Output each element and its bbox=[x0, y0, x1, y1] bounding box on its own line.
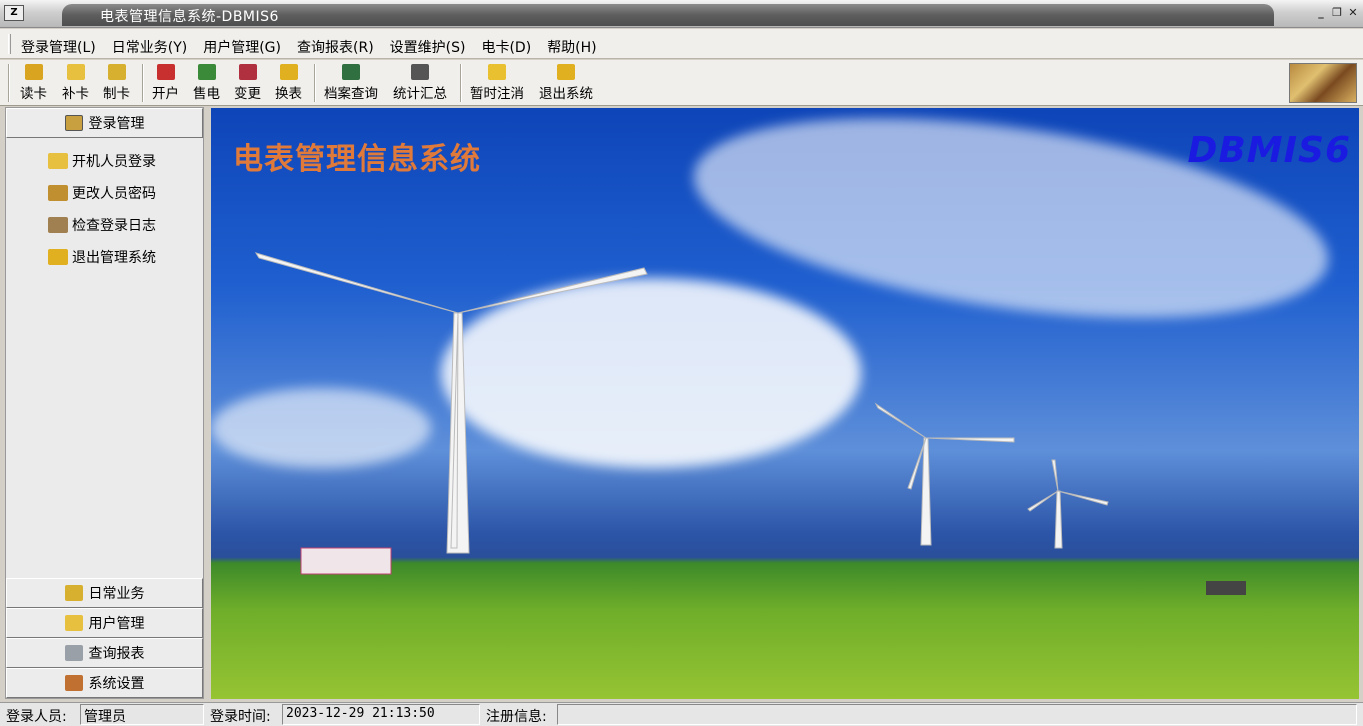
menu-daily[interactable]: 日常业务(Y) bbox=[112, 37, 187, 57]
window-title: 电表管理信息系统-DBMIS6 bbox=[100, 9, 279, 25]
toolbar-grip bbox=[8, 64, 10, 102]
status-reg-label: 注册信息: bbox=[486, 709, 547, 725]
replace-meter-icon bbox=[279, 64, 298, 80]
toolbar-open-account-button[interactable]: 开户 bbox=[152, 64, 179, 102]
change-icon bbox=[238, 64, 257, 80]
sidebar-header-reports[interactable]: 查询报表 bbox=[6, 638, 203, 668]
sidebar-header-daily[interactable]: 日常业务 bbox=[6, 578, 203, 608]
status-time-label: 登录时间: bbox=[210, 709, 271, 725]
open-account-icon bbox=[156, 64, 175, 80]
turbine-blade bbox=[1057, 490, 1109, 506]
archive-search-icon bbox=[342, 64, 360, 80]
report-icon bbox=[64, 645, 83, 661]
toolbar-reissue-card-button[interactable]: 补卡 bbox=[62, 64, 89, 102]
toolbar-archive-search-button[interactable]: 档案查询 bbox=[324, 64, 378, 102]
toolbar-change-button[interactable]: 变更 bbox=[234, 64, 261, 102]
sidebar-item-change-password[interactable]: 更改人员密码 bbox=[48, 183, 156, 203]
turbine-tower bbox=[920, 437, 932, 546]
cow bbox=[1206, 581, 1246, 595]
yurt bbox=[300, 547, 392, 575]
log-book-icon bbox=[48, 217, 68, 233]
turbine-blade bbox=[1051, 459, 1059, 492]
status-user-value: 管理员 bbox=[84, 709, 126, 725]
turbine-blade bbox=[254, 252, 459, 314]
title-bar: Z 电表管理信息系统-DBMIS6 _ ❐ ✕ bbox=[0, 0, 1363, 28]
sidebar-item-operator-login[interactable]: 开机人员登录 bbox=[48, 151, 156, 171]
sidebar: 登录管理 开机人员登录 更改人员密码 检查登录日志 退出管理系统 日常业务 用户… bbox=[5, 107, 204, 699]
toolbar-sell-power-button[interactable]: 售电 bbox=[193, 64, 220, 102]
menu-grip[interactable] bbox=[8, 34, 11, 54]
exit-folder-icon bbox=[48, 249, 68, 265]
temporary-logout-icon bbox=[488, 64, 506, 80]
system-settings-icon bbox=[64, 675, 83, 691]
status-reg-box bbox=[557, 704, 1357, 725]
minimize-icon[interactable]: _ bbox=[1313, 5, 1329, 21]
wind-turbines bbox=[254, 252, 1246, 595]
sidebar-header-login[interactable]: 登录管理 bbox=[6, 108, 203, 138]
app-icon[interactable]: Z bbox=[4, 5, 24, 21]
statistics-icon bbox=[411, 64, 429, 80]
menu-help[interactable]: 帮助(H) bbox=[547, 37, 596, 57]
turbine-blade bbox=[457, 267, 648, 314]
toolbar-replace-meter-button[interactable]: 换表 bbox=[275, 64, 302, 102]
toolbar-separator bbox=[460, 64, 462, 102]
close-icon[interactable]: ✕ bbox=[1345, 5, 1361, 21]
status-bar: 登录人员: 管理员 登录时间: 2023-12-29 21:13:50 注册信息… bbox=[0, 702, 1363, 726]
splash-title: 电表管理信息系统 bbox=[233, 142, 481, 177]
exit-system-icon bbox=[557, 64, 575, 80]
login-manage-icon bbox=[64, 115, 83, 131]
turbine-blade bbox=[874, 402, 927, 439]
sidebar-item-check-log[interactable]: 检查登录日志 bbox=[48, 215, 156, 235]
toolbar-separator bbox=[142, 64, 144, 102]
sidebar-header-settings[interactable]: 系统设置 bbox=[6, 668, 203, 698]
reissue-card-icon bbox=[66, 64, 85, 80]
toolbar-read-card-button[interactable]: 读卡 bbox=[20, 64, 47, 102]
splash-brand: DBMIS6 bbox=[1187, 130, 1351, 171]
toolbar-temporary-logout-button[interactable]: 暂时注消 bbox=[470, 64, 524, 102]
user-manage-icon bbox=[64, 615, 83, 631]
sell-power-icon bbox=[197, 64, 216, 80]
menu-login[interactable]: 登录管理(L) bbox=[21, 37, 96, 57]
daily-business-icon bbox=[64, 585, 83, 601]
read-card-icon bbox=[24, 64, 43, 80]
restore-icon[interactable]: ❐ bbox=[1329, 5, 1345, 21]
menu-card[interactable]: 电卡(D) bbox=[481, 37, 531, 57]
sidebar-header-users[interactable]: 用户管理 bbox=[6, 608, 203, 638]
menu-settings[interactable]: 设置维护(S) bbox=[390, 37, 466, 57]
toolbar-statistics-button[interactable]: 统计汇总 bbox=[393, 64, 447, 102]
menu-reports[interactable]: 查询报表(R) bbox=[297, 37, 374, 57]
turbine-blade bbox=[1027, 490, 1059, 512]
turbine-tower bbox=[1054, 490, 1063, 549]
status-user-label: 登录人员: bbox=[6, 709, 67, 725]
toolbar-separator bbox=[314, 64, 316, 102]
sidebar-item-exit-system[interactable]: 退出管理系统 bbox=[48, 247, 156, 267]
make-card-icon bbox=[107, 64, 126, 80]
toolbar-make-card-button[interactable]: 制卡 bbox=[103, 64, 130, 102]
status-time-value: 2023-12-29 21:13:50 bbox=[286, 706, 435, 721]
main-splash: 电表管理信息系统 DBMIS6 bbox=[211, 108, 1359, 699]
key-icon bbox=[48, 185, 68, 201]
menu-bar: 登录管理(L) 日常业务(Y) 用户管理(G) 查询报表(R) 设置维护(S) … bbox=[0, 29, 1363, 59]
toolbar: 读卡 补卡 制卡 开户 售电 变更 换表 档案查询 统计汇总 暂时注消 退出系统 bbox=[0, 60, 1363, 106]
folder-open-icon bbox=[48, 153, 68, 169]
toolbar-decorative-image bbox=[1289, 63, 1357, 103]
turbine-blade bbox=[925, 437, 1015, 443]
toolbar-exit-system-button[interactable]: 退出系统 bbox=[539, 64, 593, 102]
menu-users[interactable]: 用户管理(G) bbox=[203, 37, 281, 57]
